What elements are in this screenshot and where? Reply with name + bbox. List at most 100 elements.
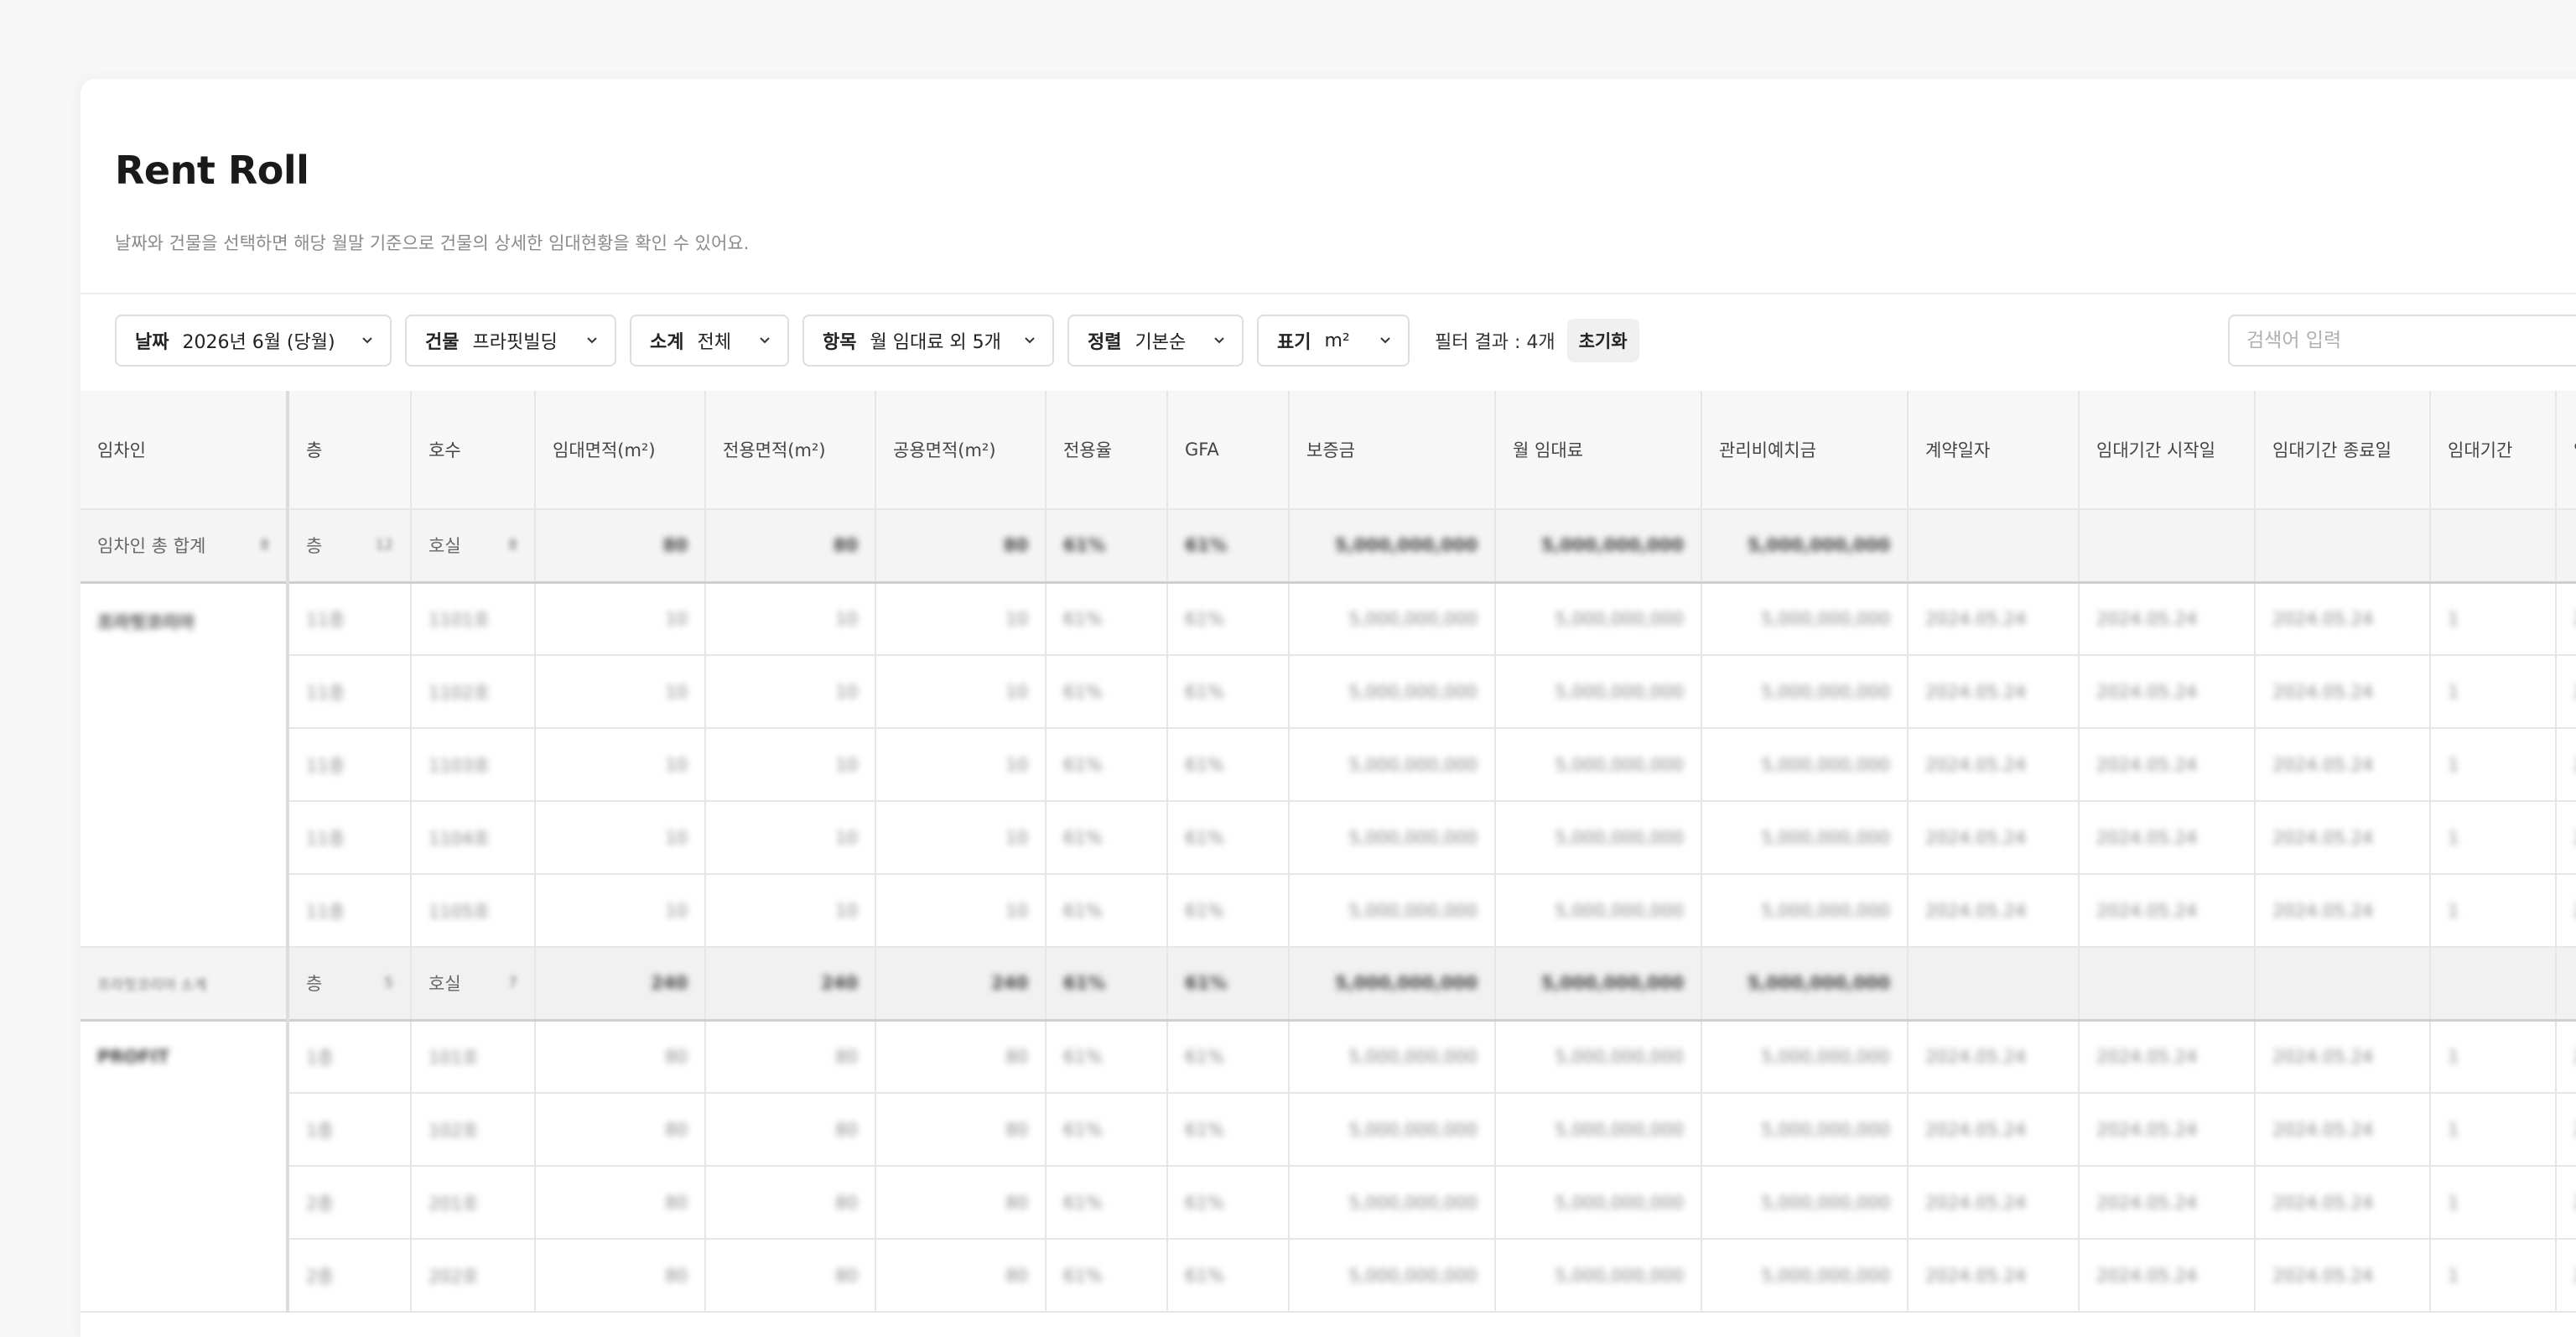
column-header[interactable]: 전용율 — [1046, 391, 1168, 510]
sort-filter-key: 정렬 — [1088, 332, 1122, 353]
total-floor-cell: 층 12 — [288, 509, 412, 584]
table-cell: 2024.05.24 — [2079, 728, 2256, 802]
column-header[interactable]: GFA — [1167, 391, 1290, 510]
column-header[interactable]: 공용면적(m²) — [875, 391, 1046, 510]
display-unit-filter[interactable]: 표기 m² — [1257, 315, 1410, 367]
table-cell: 61% — [1167, 1166, 1290, 1240]
table-cell: 80 — [535, 1093, 706, 1167]
table-row[interactable]: 2층 202호 80 80 80 61% 61% 5,000,000,000 5,000,000… — [80, 1239, 2576, 1313]
table-cell: 2024.05.24 — [1908, 1166, 2080, 1240]
table-cell: 2층 — [288, 1166, 412, 1240]
table-cell: 2024.05.24 — [2079, 655, 2256, 729]
column-header[interactable]: 전용면적(m²) — [705, 391, 876, 510]
table-row[interactable]: 11층 1104호 10 10 10 61% 61% 5,000,000,000 5,000,0… — [80, 801, 2576, 875]
table-cell: 5,000,000,000 — [1495, 1166, 1702, 1240]
empty-cell — [1908, 947, 2080, 1022]
sort-filter[interactable]: 정렬 기본순 — [1067, 315, 1244, 367]
table-cell: 80 — [875, 1239, 1046, 1313]
table-cell: 2024.05.24 — [2255, 874, 2431, 948]
subtotal-tenant-cell: 프라핏코리아 소계 — [80, 947, 289, 1022]
filter-bar: 날짜 2026년 6월 (당월) 건물 프라핏빌딩 소계 전체 항목 월 임대료… — [115, 315, 1639, 367]
cell-value: 1 — [2448, 900, 2459, 921]
table-cell: 101호 — [411, 1020, 536, 1094]
cell-value: 1 — [2448, 827, 2459, 848]
cell-value: 2024.05.24 — [2272, 1119, 2374, 1140]
date-filter[interactable]: 날짜 2026년 6월 (당월) — [115, 315, 392, 367]
display-unit-filter-key: 표기 — [1277, 332, 1311, 353]
table-cell: 2024.05.24 — [1908, 582, 2080, 656]
table-row[interactable]: 11층 1102호 10 10 10 61% 61% 5,000,000,000 5,000,0… — [80, 655, 2576, 729]
table-cell: 10 — [875, 582, 1046, 656]
cell-value: 61% — [1185, 1192, 1224, 1213]
items-filter-key: 항목 — [823, 332, 857, 353]
table-cell: 5,000,000,000 — [1701, 874, 1909, 948]
table-cell: 2024.05.24 — [2079, 1166, 2256, 1240]
cell-value: 61% — [1185, 1265, 1224, 1286]
cell-value: 10 — [835, 754, 858, 775]
table-cell: 2024.05.24 — [2079, 1093, 2256, 1167]
page-title: Rent Roll — [115, 148, 309, 193]
cell-value: 2024.05.24 — [2272, 1265, 2374, 1286]
column-header[interactable]: 층 — [288, 391, 412, 510]
column-header[interactable]: 임대기간 종료일 — [2255, 391, 2431, 510]
building-filter[interactable]: 건물 프라핏빌딩 — [405, 315, 616, 367]
table-row[interactable]: PROFIT 1층 101호 80 80 80 61% 61% 5,000,000,000 5,0… — [80, 1020, 2576, 1313]
column-header[interactable]: 월 임대료 — [1495, 391, 1702, 510]
tenant-cell[interactable]: PROFIT — [80, 1020, 289, 1313]
table-cell: 2024.05.24 — [2255, 582, 2431, 656]
search-input[interactable] — [2246, 330, 2576, 351]
column-header[interactable]: 보증금 — [1289, 391, 1496, 510]
table-cell: 5,000,000,000 — [1289, 801, 1496, 875]
column-header[interactable]: 계약일자 — [1908, 391, 2080, 510]
cell-value: 80 — [835, 1265, 858, 1286]
table-cell: 2 — [2556, 655, 2576, 729]
chevron-down-icon — [1379, 335, 1391, 346]
table-row[interactable]: 11층 1103호 10 10 10 61% 61% 5,000,000,000 5,000,0… — [80, 728, 2576, 802]
cell-value: 2024.05.24 — [2272, 1192, 2374, 1213]
empty-cell — [2430, 509, 2557, 584]
subtotal-filter-key: 소계 — [650, 332, 684, 353]
table-cell: 5,000,000,000 — [1289, 655, 1496, 729]
table-cell: 1102호 — [411, 655, 536, 729]
column-header[interactable]: 임 — [2556, 391, 2576, 510]
subtotal-filter[interactable]: 소계 전체 — [630, 315, 789, 367]
cell-value: 1103호 — [428, 755, 490, 776]
column-header[interactable]: 임차인 — [80, 391, 289, 510]
table-cell: 1 — [2430, 728, 2557, 802]
tenant-cell[interactable]: 프라핏코리아 — [80, 582, 289, 948]
table-cell: 5,000,000,000 — [1495, 728, 1702, 802]
table-row[interactable]: 1층 102호 80 80 80 61% 61% 5,000,000,000 5,000,000… — [80, 1093, 2576, 1167]
reset-button[interactable]: 초기화 — [1566, 319, 1639, 362]
table-cell: 2024.05.24 — [1908, 1239, 2080, 1313]
table-row[interactable]: 11층 1105호 10 10 10 61% 61% 5,000,000,000 5,000,0… — [80, 874, 2576, 948]
search-box[interactable] — [2228, 315, 2576, 367]
table-cell: 2 — [2556, 1020, 2576, 1094]
items-filter[interactable]: 항목 월 임대료 외 5개 — [802, 315, 1054, 367]
subtotal-value: 240 — [991, 973, 1028, 994]
table-cell: 5,000,000,000 — [1289, 1093, 1496, 1167]
cell-value: 80 — [835, 1046, 858, 1067]
table-cell: 2024.05.24 — [1908, 1020, 2080, 1094]
table-cell: 2024.05.24 — [2255, 1093, 2431, 1167]
column-header[interactable]: 관리비예치금 — [1701, 391, 1909, 510]
table-cell: 61% — [1046, 1166, 1168, 1240]
column-header[interactable]: 호수 — [411, 391, 536, 510]
table-cell: 5,000,000,000 — [1289, 1166, 1496, 1240]
cell-value: 11층 — [306, 901, 345, 922]
table-cell: 80 — [705, 1239, 876, 1313]
cell-value: 5,000,000,000 — [1761, 608, 1890, 629]
subtotal-cell: 5,000,000,000 — [1289, 947, 1496, 1022]
subtotal-cell: 61% — [1046, 947, 1168, 1022]
table-cell: 61% — [1046, 874, 1168, 948]
cell-value: 61% — [1063, 1265, 1103, 1286]
column-header[interactable]: 임대면적(m²) — [535, 391, 706, 510]
column-header[interactable]: 임대기간 — [2430, 391, 2557, 510]
total-exclusive-area-value: 80 — [833, 535, 858, 556]
column-header[interactable]: 임대기간 시작일 — [2079, 391, 2256, 510]
table-cell: 2024.05.24 — [1908, 1093, 2080, 1167]
table-cell: 2024.05.24 — [2255, 801, 2431, 875]
table-cell: 1 — [2430, 1093, 2557, 1167]
table-row[interactable]: 2층 201호 80 80 80 61% 61% 5,000,000,000 5,000,000… — [80, 1166, 2576, 1240]
table-cell: 1 — [2430, 655, 2557, 729]
table-row[interactable]: 프라핏코리아 11층 1101호 10 10 10 61% 61% 5,000,000,000 5… — [80, 582, 2576, 948]
